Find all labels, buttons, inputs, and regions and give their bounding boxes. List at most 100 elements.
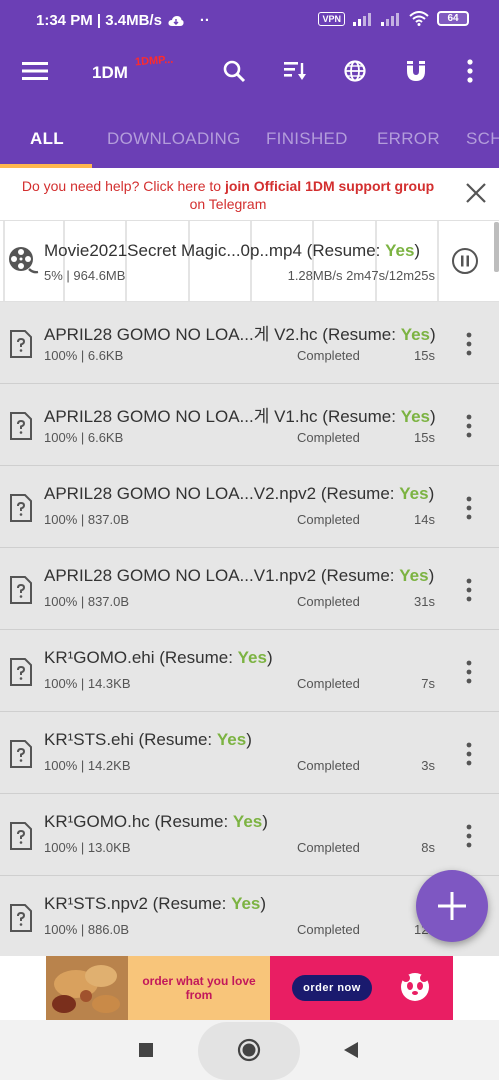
recents-icon[interactable]: [139, 1043, 153, 1057]
list-item[interactable]: KR¹STS.ehi (Resume: Yes) 100% | 14.2KB Com…: [0, 712, 499, 794]
sort-icon[interactable]: [280, 56, 310, 86]
help-banner-text[interactable]: Do you need help? Click here to join Off…: [8, 177, 448, 213]
more-vert-icon[interactable]: [463, 496, 475, 520]
file-size: 100% | 14.3KB: [44, 676, 131, 691]
status-dots: ··: [199, 12, 210, 29]
help-banner[interactable]: Do you need help? Click here to join Off…: [0, 168, 499, 220]
more-vert-icon[interactable]: [463, 578, 475, 602]
tab-all[interactable]: ALL: [30, 129, 64, 149]
add-download-button[interactable]: [416, 870, 488, 942]
status-label: Completed: [297, 512, 360, 527]
status-label: Completed: [297, 348, 360, 363]
status-label: Completed: [297, 840, 360, 855]
battery-icon: 64: [437, 11, 469, 26]
file-name: KR¹GOMO.hc (Resume: Yes): [44, 812, 268, 831]
status-label: Completed: [297, 922, 360, 937]
unknown-file-icon: [10, 904, 32, 932]
close-icon[interactable]: [463, 180, 489, 206]
unknown-file-icon: [10, 494, 32, 522]
file-size: 100% | 14.2KB: [44, 758, 131, 773]
tab-scheduled[interactable]: SCH: [466, 129, 499, 149]
segment-divider: [188, 221, 190, 301]
ad-cta-panel: order now: [270, 956, 453, 1020]
status-left: 1:34 PM | 3.4MB/s ··: [36, 12, 210, 29]
segment-divider: [250, 221, 252, 301]
file-size: 100% | 837.0B: [44, 594, 130, 609]
tab-bar: ALL DOWNLOADING FINISHED ERROR SCH: [0, 100, 499, 168]
list-item[interactable]: APRIL28 GOMO NO LOA...V1.npv2 (Resume: Y…: [0, 548, 499, 630]
more-vert-icon[interactable]: [463, 660, 475, 684]
elapsed-time: 15s: [414, 430, 435, 445]
video-reel-icon: [9, 247, 39, 274]
file-name: APRIL28 GOMO NO LOA...V1.npv2 (Resume: Y…: [44, 566, 435, 585]
help-suffix: on Telegram: [189, 196, 267, 212]
file-size: 100% | 886.0B: [44, 922, 130, 937]
tab-finished[interactable]: FINISHED: [266, 129, 348, 149]
more-vert-icon[interactable]: [463, 332, 475, 356]
elapsed-time: 7s: [421, 676, 435, 691]
order-now-button[interactable]: order now: [292, 975, 372, 1001]
cloud-icon: [168, 15, 184, 26]
app-title: 1DM: [92, 63, 128, 82]
pause-icon[interactable]: [451, 247, 479, 275]
status-label: Completed: [297, 594, 360, 609]
status-label: Completed: [297, 758, 360, 773]
ad-content[interactable]: order what you love from order now: [46, 956, 453, 1020]
more-vert-icon[interactable]: [463, 414, 475, 438]
elapsed-time: 14s: [414, 512, 435, 527]
segment-divider: [437, 221, 439, 301]
list-item[interactable]: APRIL28 GOMO NO LOA...게 V2.hc (Resume: Y…: [0, 302, 499, 384]
file-name: KR¹STS.ehi (Resume: Yes): [44, 730, 252, 749]
tab-downloading[interactable]: DOWNLOADING: [107, 129, 241, 149]
unknown-file-icon: [10, 412, 32, 440]
home-icon[interactable]: [237, 1038, 261, 1062]
segment-divider: [312, 221, 314, 301]
unknown-file-icon: [10, 330, 32, 358]
more-vert-icon[interactable]: [463, 824, 475, 848]
file-name: APRIL28 GOMO NO LOA...게 V1.hc (Resume: Y…: [44, 407, 436, 426]
file-name: KR¹STS.npv2 (Resume: Yes): [44, 894, 267, 913]
download-speed-eta: 1.28MB/s 2m47s/12m25s: [287, 268, 435, 283]
app-toolbar: 1DM 1DMP...: [0, 44, 499, 100]
file-size: 100% | 837.0B: [44, 512, 130, 527]
list-item[interactable]: KR¹GOMO.ehi (Resume: Yes) 100% | 14.3KB Co…: [0, 630, 499, 712]
magnet-icon[interactable]: [401, 56, 431, 86]
file-name: APRIL28 GOMO NO LOA...V2.npv2 (Resume: Y…: [44, 484, 435, 503]
tab-error[interactable]: ERROR: [377, 129, 440, 149]
segment-divider: [375, 221, 377, 301]
elapsed-time: 3s: [421, 758, 435, 773]
file-name: APRIL28 GOMO NO LOA...게 V2.hc (Resume: Y…: [44, 325, 436, 344]
signal-icon-2: [381, 12, 399, 26]
status-label: Completed: [297, 430, 360, 445]
status-right: VPN 64: [318, 11, 469, 26]
help-link[interactable]: join Official 1DM support group: [225, 178, 434, 194]
file-size: 100% | 6.6KB: [44, 348, 124, 363]
list-item[interactable]: KR¹GOMO.hc (Resume: Yes) 100% | 13.0KB Com…: [0, 794, 499, 876]
menu-icon[interactable]: [20, 56, 50, 86]
elapsed-time: 15s: [414, 348, 435, 363]
back-icon[interactable]: [343, 1041, 359, 1059]
segment-divider: [125, 221, 127, 301]
segment-divider: [3, 221, 5, 301]
unknown-file-icon: [10, 740, 32, 768]
vpn-badge: VPN: [318, 11, 345, 26]
more-vert-icon[interactable]: [455, 56, 485, 86]
elapsed-time: 8s: [421, 840, 435, 855]
list-item[interactable]: APRIL28 GOMO NO LOA...게 V1.hc (Resume: Y…: [0, 384, 499, 466]
list-item[interactable]: APRIL28 GOMO NO LOA...V2.npv2 (Resume: Y…: [0, 466, 499, 548]
browser-icon[interactable]: [340, 56, 370, 86]
scrollbar[interactable]: [494, 222, 499, 272]
system-nav-bar: [0, 1020, 499, 1080]
download-progress: 5% | 964.6MB: [44, 268, 126, 283]
food-image: [46, 956, 128, 1020]
status-bar: 1:34 PM | 3.4MB/s ·· VPN 64: [0, 0, 499, 44]
status-label: Completed: [297, 676, 360, 691]
search-icon[interactable]: [219, 56, 249, 86]
more-vert-icon[interactable]: [463, 742, 475, 766]
segment-divider: [63, 221, 65, 301]
wifi-icon: [409, 11, 429, 26]
active-download-row[interactable]: Movie2021Secret Magic...0p..mp4 (Resume:…: [0, 220, 499, 302]
ad-banner[interactable]: order what you love from order now: [0, 956, 499, 1020]
foodpanda-logo-icon: [401, 973, 429, 1001]
unknown-file-icon: [10, 658, 32, 686]
